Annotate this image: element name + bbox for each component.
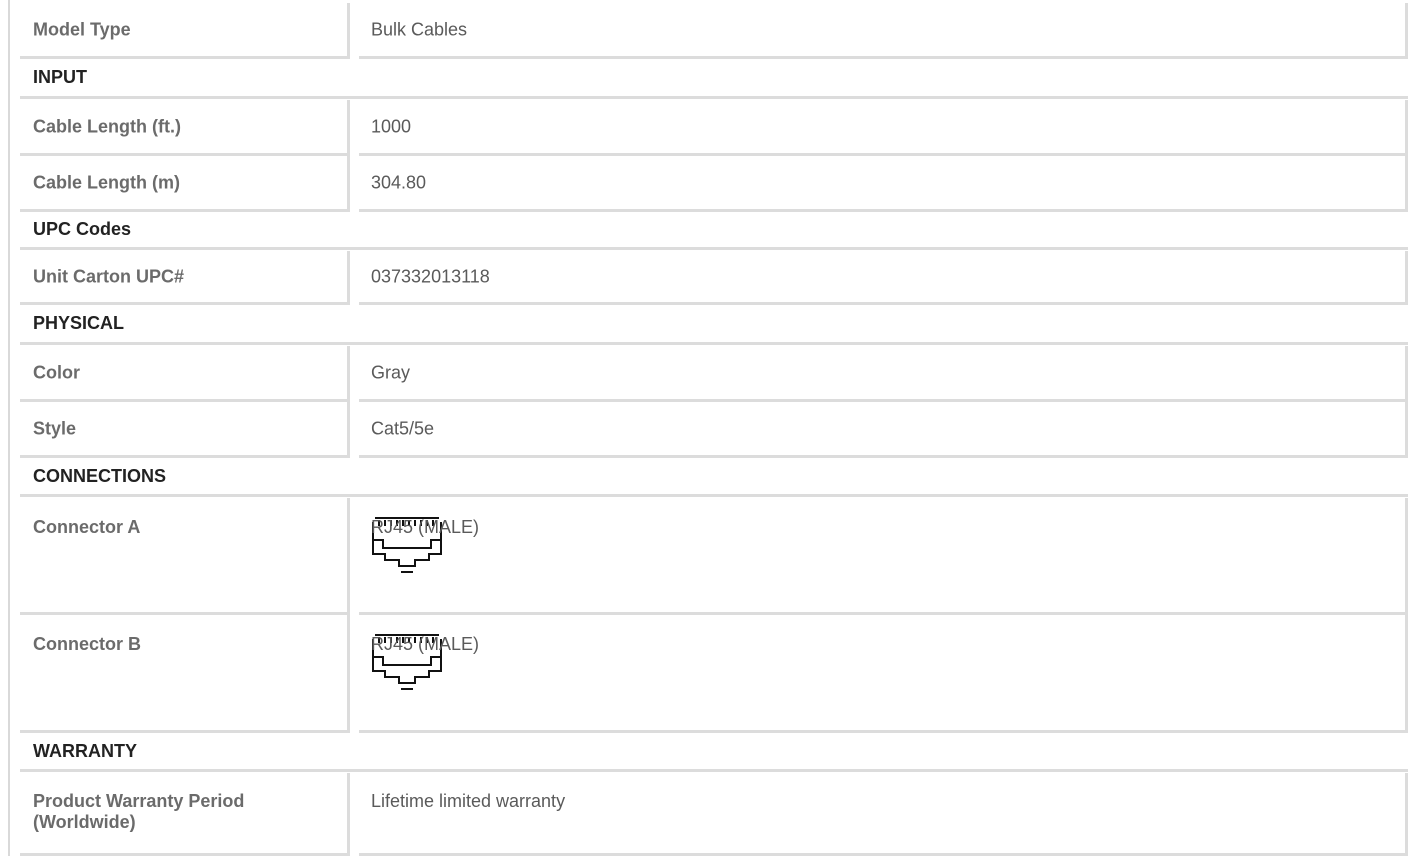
spec-label-cell: Unit Carton UPC#: [20, 251, 350, 305]
spec-label: Cable Length (ft.): [33, 116, 181, 136]
spec-value: Cat5/5e: [371, 418, 435, 438]
spec-label: Connector B: [33, 634, 141, 654]
section-upc-codes: UPC Codes: [20, 212, 1408, 250]
spec-row-style: Style Cat5/5e: [20, 402, 1408, 458]
spec-label-cell: Product Warranty Period (Worldwide): [20, 773, 350, 856]
section-title: INPUT: [33, 67, 87, 87]
section-connections: CONNECTIONS: [20, 458, 1408, 497]
spec-value-cell: RJ45 (MALE): [359, 615, 1408, 733]
spec-value: Gray: [371, 362, 411, 382]
spec-label: Connector A: [33, 517, 141, 537]
spec-label: Unit Carton UPC#: [33, 266, 185, 286]
spec-value-cell: Gray: [359, 346, 1408, 402]
connector-type: RJ45 (MALE): [371, 517, 480, 537]
spec-row-cable-length-ft: Cable Length (ft.) 1000: [20, 100, 1408, 156]
spec-value-cell: Lifetime limited warranty: [359, 773, 1408, 856]
specifications-table: Model Type Bulk Cables INPUT Cable Lengt…: [8, 0, 1408, 856]
spec-label-cell: Connector A: [20, 498, 350, 615]
spec-value: 037332013118: [371, 266, 490, 286]
spec-value-cell: 037332013118: [359, 251, 1408, 305]
spec-label: Product Warranty Period (Worldwide): [33, 791, 244, 833]
spec-row-model-type: Model Type Bulk Cables: [20, 3, 1408, 59]
spec-value-cell: 1000: [359, 100, 1408, 156]
section-title: WARRANTY: [33, 740, 137, 761]
spec-label-line: (Worldwide): [33, 812, 136, 832]
section-title: UPC Codes: [33, 219, 132, 239]
spec-label-cell: Color: [20, 346, 350, 402]
spec-value-cell: Bulk Cables: [359, 3, 1408, 59]
spec-row-connector-a: Connector A RJ45 (MALE): [20, 498, 1408, 615]
spec-label-cell: Style: [20, 402, 350, 458]
spec-label: Cable Length (m): [33, 172, 180, 192]
section-input: INPUT: [20, 59, 1408, 99]
spec-label-cell: Model Type: [20, 3, 350, 59]
spec-row-connector-b: Connector B RJ45 (MALE): [20, 615, 1408, 733]
spec-row-unit-carton-upc: Unit Carton UPC# 037332013118: [20, 251, 1408, 305]
section-title: PHYSICAL: [33, 313, 125, 333]
spec-label-cell: Connector B: [20, 615, 350, 733]
spec-label-cell: Cable Length (ft.): [20, 100, 350, 156]
spec-value-cell: 304.80: [359, 156, 1408, 212]
spec-value-cell: RJ45 (MALE): [359, 498, 1408, 615]
spec-label: Style: [33, 418, 77, 438]
spec-label: Color: [33, 362, 80, 382]
spec-label: Model Type: [33, 19, 131, 39]
spec-row-warranty-period: Product Warranty Period (Worldwide) Life…: [20, 773, 1408, 856]
spec-value: 304.80: [371, 172, 427, 192]
spec-value-cell: Cat5/5e: [359, 402, 1408, 458]
section-physical: PHYSICAL: [20, 305, 1408, 345]
section-title: CONNECTIONS: [33, 465, 167, 486]
spec-label-cell: Cable Length (m): [20, 156, 350, 212]
section-warranty: WARRANTY: [20, 733, 1408, 772]
spec-value: 1000: [371, 116, 412, 136]
spec-row-color: Color Gray: [20, 346, 1408, 402]
spec-value: Bulk Cables: [371, 19, 468, 39]
spec-value: Lifetime limited warranty: [371, 791, 566, 811]
spec-row-cable-length-m: Cable Length (m) 304.80: [20, 156, 1408, 212]
connector-type: RJ45 (MALE): [371, 634, 480, 654]
spec-label-line: Product Warranty Period: [33, 791, 245, 811]
